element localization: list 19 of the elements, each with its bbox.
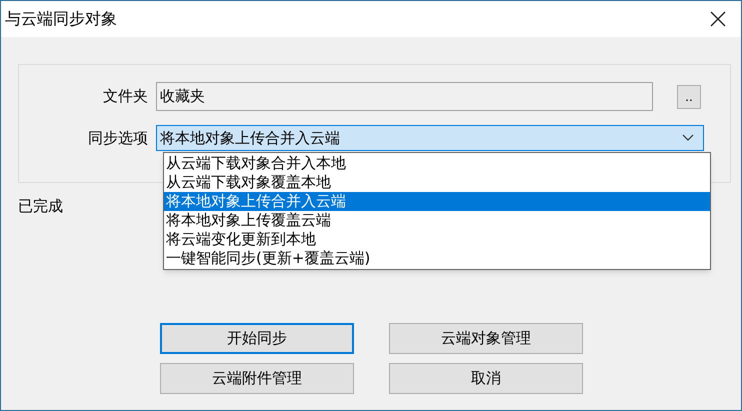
chevron-down-icon — [682, 134, 694, 142]
dropdown-option[interactable]: 将本地对象上传合并入云端 — [164, 192, 710, 211]
dialog-button[interactable]: 取消 — [389, 363, 583, 394]
dropdown-option[interactable]: 一键智能同步(更新+覆盖云端) — [164, 249, 710, 268]
window-title: 与云端同步对象 — [5, 8, 117, 30]
dropdown-option[interactable]: 从云端下载对象合并入本地 — [164, 154, 710, 173]
dialog-button[interactable]: 开始同步 — [160, 323, 354, 354]
folder-field[interactable]: 收藏夹 — [156, 82, 653, 111]
dropdown-option[interactable]: 从云端下载对象覆盖本地 — [164, 173, 710, 192]
dialog-button[interactable]: 云端附件管理 — [160, 363, 354, 394]
close-icon[interactable] — [709, 10, 727, 28]
dropdown-option[interactable]: 将云端变化更新到本地 — [164, 230, 710, 249]
browse-button[interactable]: .. — [677, 84, 701, 108]
dialog-button[interactable]: 云端对象管理 — [389, 323, 583, 354]
dropdown-option[interactable]: 将本地对象上传覆盖云端 — [164, 211, 710, 230]
sync-option-label: 同步选项 — [87, 128, 149, 149]
folder-label: 文件夹 — [102, 86, 149, 108]
status-text: 已完成 — [18, 197, 63, 215]
sync-option-dropdown[interactable]: 将本地对象上传合并入云端 — [156, 125, 704, 151]
